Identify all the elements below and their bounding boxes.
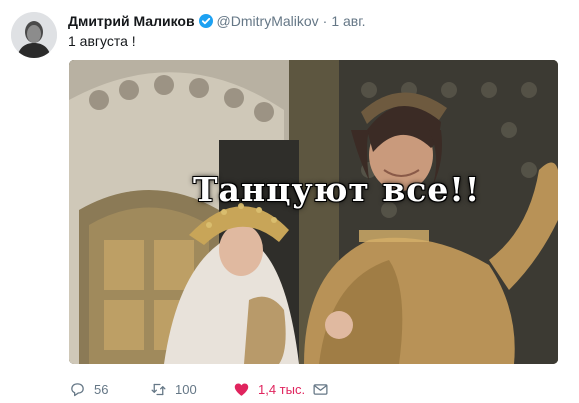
direct-message-button[interactable]: [312, 381, 329, 398]
retweet-button[interactable]: 100: [150, 381, 233, 398]
image-caption: Танцуют все!!: [193, 170, 481, 209]
avatar[interactable]: [11, 12, 57, 58]
reply-count: 56: [94, 381, 109, 397]
tweet-text: 1 августа !: [68, 33, 136, 49]
envelope-icon: [313, 383, 328, 395]
author-handle[interactable]: @DmitryMalikov: [217, 13, 319, 29]
retweet-icon: [151, 383, 166, 395]
reply-icon: [71, 382, 84, 396]
like-count: 1,4 тыс.: [258, 381, 306, 397]
author-name[interactable]: Дмитрий Маликов: [68, 13, 195, 29]
tweet-timestamp[interactable]: 1 авг.: [331, 13, 365, 29]
like-button[interactable]: 1,4 тыс.: [233, 381, 312, 398]
tweet-actions: 56 100 1,4 тыс.: [69, 378, 329, 400]
verified-badge-icon: [198, 14, 213, 28]
heart-icon: [234, 382, 249, 396]
retweet-count: 100: [175, 381, 197, 397]
tweet-header: Дмитрий Маликов @DmitryMalikov · 1 авг.: [68, 12, 366, 30]
reply-button[interactable]: 56: [69, 381, 150, 398]
tweet-image[interactable]: Танцуют все!!: [69, 60, 558, 364]
separator-dot: ·: [322, 13, 328, 29]
